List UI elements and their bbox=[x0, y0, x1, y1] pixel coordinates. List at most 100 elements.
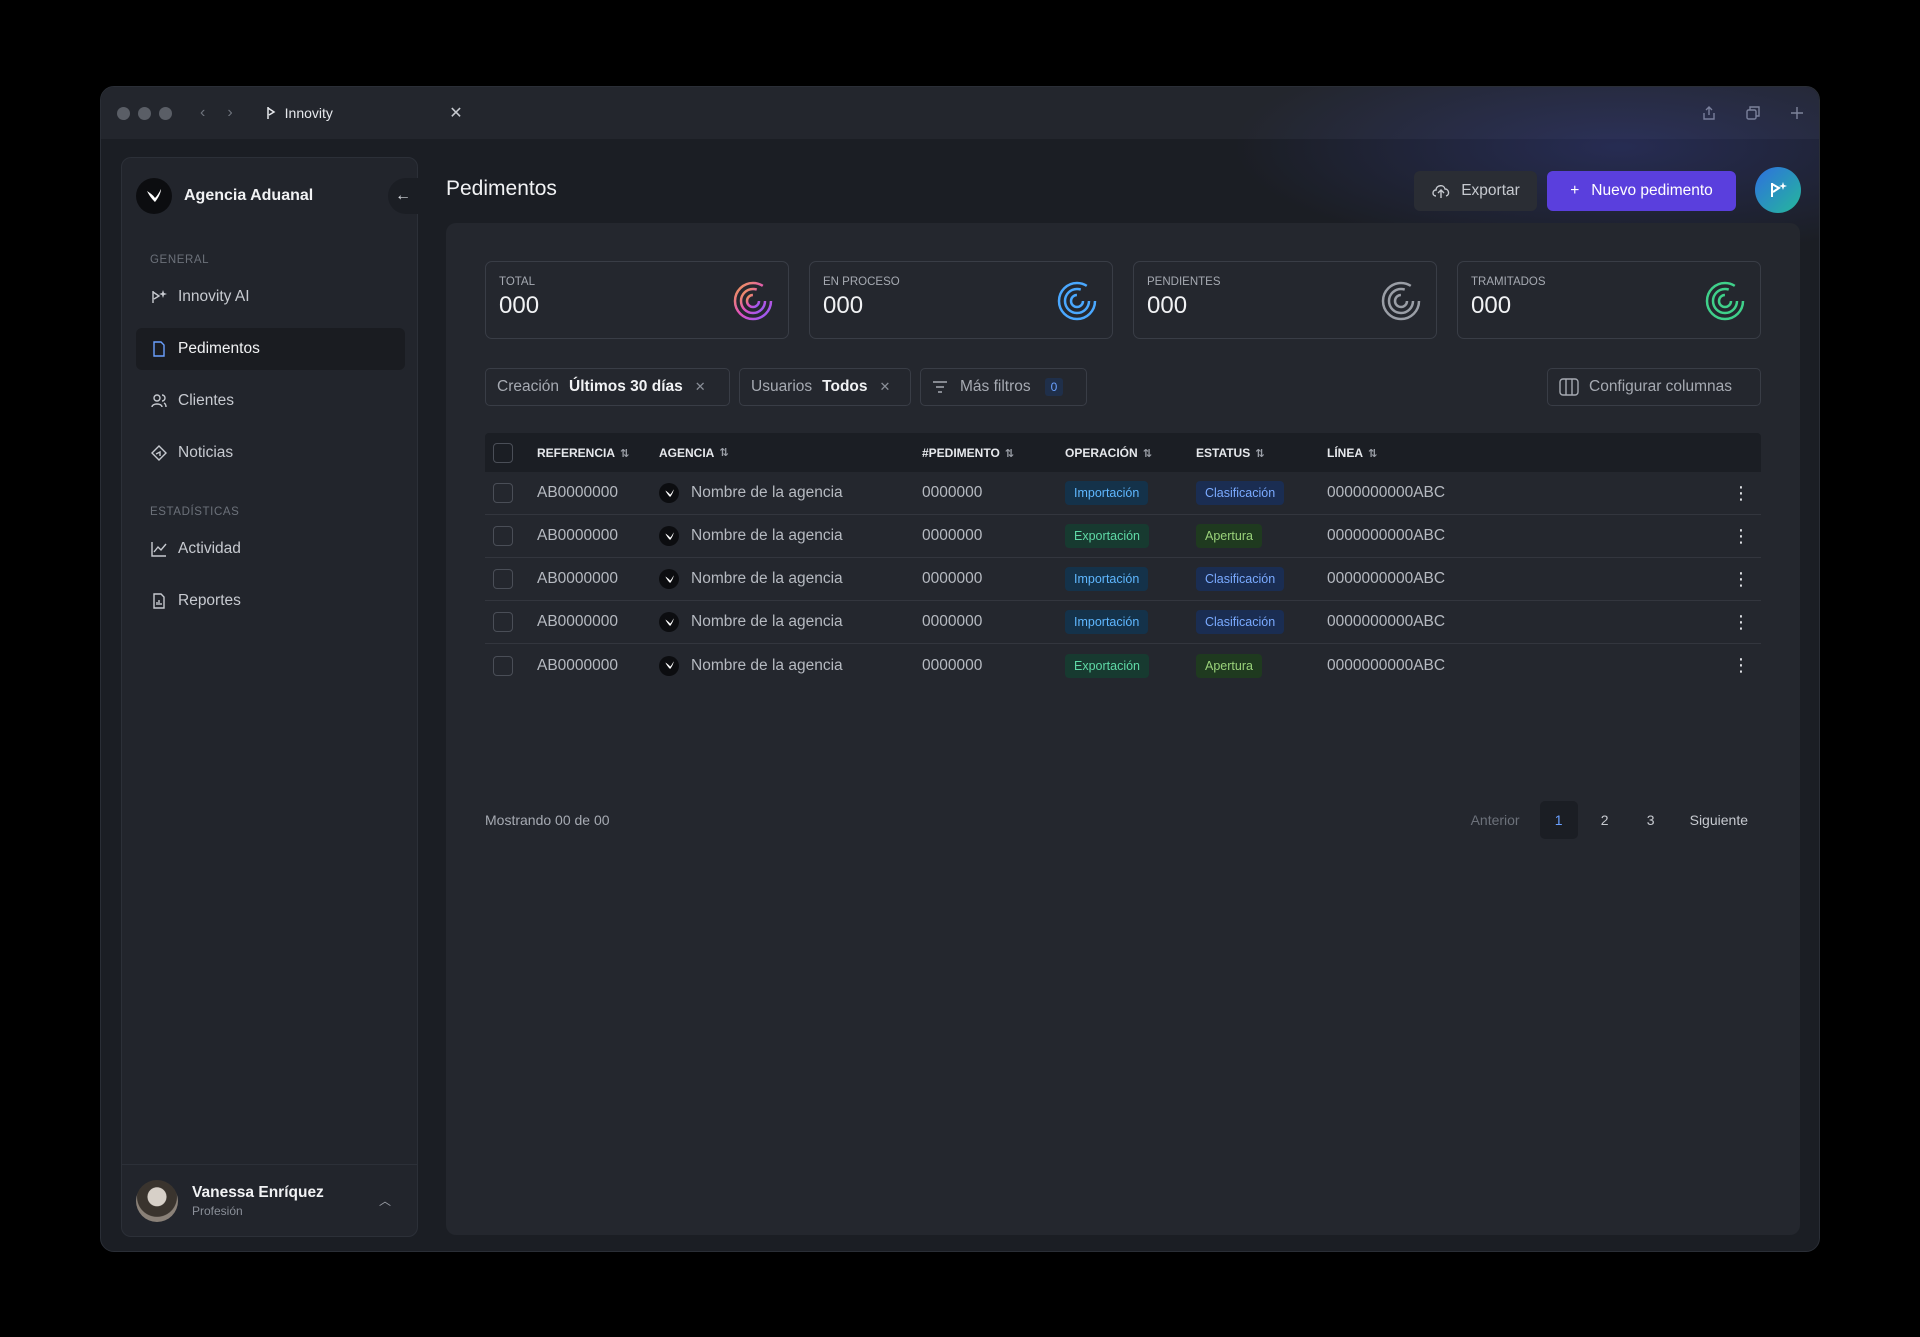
agency-logo-icon bbox=[659, 612, 679, 632]
configure-columns-button[interactable]: Configurar columnas bbox=[1547, 368, 1761, 406]
sidebar-item-pedimentos[interactable]: Pedimentos bbox=[136, 328, 405, 370]
sort-icon[interactable]: ⇅ bbox=[719, 446, 728, 459]
filter-chip-creacion[interactable]: Creación Últimos 30 días ✕ bbox=[485, 368, 730, 406]
close-window-button[interactable] bbox=[117, 106, 130, 120]
cell-agencia: Nombre de la agencia bbox=[691, 527, 843, 544]
stat-card-pendientes: Pendientes 000 bbox=[1133, 261, 1437, 339]
sidebar-item-innovity-ai[interactable]: Innovity AI bbox=[136, 276, 405, 318]
share-icon[interactable] bbox=[1701, 105, 1717, 121]
sort-icon[interactable]: ⇅ bbox=[620, 448, 629, 460]
columns-icon bbox=[1559, 378, 1579, 396]
ai-sparkle-icon bbox=[1771, 182, 1787, 197]
maximize-window-button[interactable] bbox=[159, 106, 172, 120]
cell-referencia: AB0000000 bbox=[537, 484, 619, 501]
cell-agencia: Nombre de la agencia bbox=[691, 484, 843, 501]
sort-icon[interactable]: ⇅ bbox=[1255, 448, 1264, 460]
arrow-left-icon: ← bbox=[395, 187, 411, 204]
cloud-upload-icon bbox=[1432, 185, 1450, 198]
collapse-sidebar-button[interactable]: ← bbox=[388, 178, 418, 214]
agency-logo-icon bbox=[659, 655, 679, 676]
chart-line-icon bbox=[151, 542, 167, 557]
column-label: Operación bbox=[1065, 445, 1138, 460]
export-button[interactable]: Exportar bbox=[1414, 171, 1537, 211]
new-tab-icon[interactable] bbox=[1789, 105, 1805, 121]
page-button-2[interactable]: 2 bbox=[1586, 801, 1624, 839]
sidebar-item-label: Clientes bbox=[178, 392, 234, 409]
more-vertical-icon[interactable]: ⋮ bbox=[1721, 483, 1761, 504]
cell-referencia: AB0000000 bbox=[537, 570, 619, 587]
cell-agencia: Nombre de la agencia bbox=[691, 613, 843, 630]
report-icon bbox=[153, 593, 165, 609]
close-icon[interactable]: ✕ bbox=[695, 379, 706, 395]
more-filters-button[interactable]: Más filtros 0 bbox=[920, 368, 1087, 406]
column-header-operacion[interactable]: Operación ⇅ bbox=[1065, 446, 1196, 460]
titlebar-actions bbox=[1701, 105, 1805, 121]
ai-assistant-button[interactable] bbox=[1755, 167, 1801, 213]
cell-referencia: AB0000000 bbox=[537, 656, 619, 674]
browser-tab[interactable]: Innovity ✕ bbox=[263, 87, 463, 139]
pagination-summary: Mostrando 00 de 00 bbox=[485, 812, 610, 828]
page-title: Pedimentos bbox=[446, 177, 557, 200]
back-icon[interactable]: ‹ bbox=[200, 104, 205, 122]
status-badge: Apertura bbox=[1196, 524, 1262, 548]
minimize-window-button[interactable] bbox=[138, 106, 151, 120]
row-checkbox[interactable] bbox=[493, 612, 513, 632]
page-button-1[interactable]: 1 bbox=[1539, 801, 1578, 839]
duplicate-tab-icon[interactable] bbox=[1745, 105, 1761, 121]
operation-badge: Importación bbox=[1065, 567, 1149, 591]
column-label: Estatus bbox=[1196, 445, 1251, 460]
window-controls bbox=[117, 106, 172, 120]
sidebar-item-label: Noticias bbox=[178, 444, 234, 461]
column-header-linea[interactable]: Línea ⇅ bbox=[1327, 446, 1721, 460]
more-vertical-icon[interactable]: ⋮ bbox=[1721, 655, 1761, 676]
select-all-checkbox[interactable] bbox=[493, 442, 513, 463]
row-checkbox[interactable] bbox=[493, 483, 513, 503]
filter-chip-usuarios[interactable]: Usuarios Todos ✕ bbox=[739, 368, 911, 406]
column-header-agencia[interactable]: Agencia ⇅ bbox=[659, 446, 922, 460]
more-vertical-icon[interactable]: ⋮ bbox=[1721, 612, 1761, 633]
column-header-pedimento[interactable]: #Pedimento ⇅ bbox=[922, 446, 1065, 460]
column-header-referencia[interactable]: Referencia ⇅ bbox=[537, 446, 659, 460]
filter-count-badge: 0 bbox=[1044, 378, 1064, 396]
sidebar-item-reportes[interactable]: Reportes bbox=[136, 580, 405, 622]
table-row[interactable]: AB0000000 Nombre de la agencia 0000000 E… bbox=[485, 515, 1761, 558]
table-row[interactable]: AB0000000 Nombre de la agencia 0000000 E… bbox=[485, 644, 1761, 687]
cell-linea: 0000000000ABC bbox=[1327, 570, 1446, 587]
forward-icon[interactable]: › bbox=[227, 104, 232, 122]
cell-pedimento: 0000000 bbox=[922, 613, 983, 630]
table-row[interactable]: AB0000000 Nombre de la agencia 0000000 I… bbox=[485, 558, 1761, 601]
row-checkbox[interactable] bbox=[493, 526, 513, 546]
sidebar-item-noticias[interactable]: Noticias bbox=[136, 432, 405, 474]
close-icon[interactable]: ✕ bbox=[880, 379, 891, 395]
sidebar-item-actividad[interactable]: Actividad bbox=[136, 528, 405, 570]
chevron-up-icon[interactable]: ︿ bbox=[379, 1192, 391, 1209]
table-row[interactable]: AB0000000 Nombre de la agencia 0000000 I… bbox=[485, 601, 1761, 644]
prev-page-button[interactable]: Anterior bbox=[1459, 801, 1532, 839]
tab-close-icon[interactable]: ✕ bbox=[449, 103, 462, 123]
next-page-button[interactable]: Siguiente bbox=[1678, 801, 1760, 839]
new-pedimento-button[interactable]: + Nuevo pedimento bbox=[1547, 171, 1736, 211]
row-checkbox[interactable] bbox=[493, 655, 513, 676]
table-row[interactable]: AB0000000 Nombre de la agencia 0000000 I… bbox=[485, 472, 1761, 515]
row-checkbox[interactable] bbox=[493, 569, 513, 589]
user-profile[interactable]: Vanessa Enríquez Profesión ︿ bbox=[122, 1164, 417, 1236]
filter-label: Usuarios bbox=[751, 378, 813, 395]
sort-icon[interactable]: ⇅ bbox=[1368, 448, 1377, 460]
title-bar: ‹ › Innovity ✕ bbox=[101, 87, 1819, 139]
news-icon bbox=[151, 445, 167, 461]
sidebar-item-clientes[interactable]: Clientes bbox=[136, 380, 405, 422]
pedimentos-table: Referencia ⇅ Agencia ⇅ #Pedimento ⇅ Operaci… bbox=[485, 433, 1761, 687]
sort-icon[interactable]: ⇅ bbox=[1005, 448, 1014, 460]
sort-icon[interactable]: ⇅ bbox=[1143, 448, 1152, 460]
table-header: Referencia ⇅ Agencia ⇅ #Pedimento ⇅ Operaci… bbox=[485, 433, 1761, 472]
agency-logo-icon bbox=[659, 483, 679, 503]
configure-columns-label: Configurar columnas bbox=[1589, 378, 1733, 395]
column-header-estatus[interactable]: Estatus ⇅ bbox=[1196, 446, 1327, 460]
new-pedimento-label: Nuevo pedimento bbox=[1591, 182, 1713, 199]
status-badge: Clasificación bbox=[1196, 481, 1285, 505]
stat-card-total: Total 000 bbox=[485, 261, 789, 339]
more-vertical-icon[interactable]: ⋮ bbox=[1721, 569, 1761, 590]
column-label: Agencia bbox=[659, 445, 715, 460]
more-vertical-icon[interactable]: ⋮ bbox=[1721, 526, 1761, 547]
page-button-3[interactable]: 3 bbox=[1632, 801, 1670, 839]
